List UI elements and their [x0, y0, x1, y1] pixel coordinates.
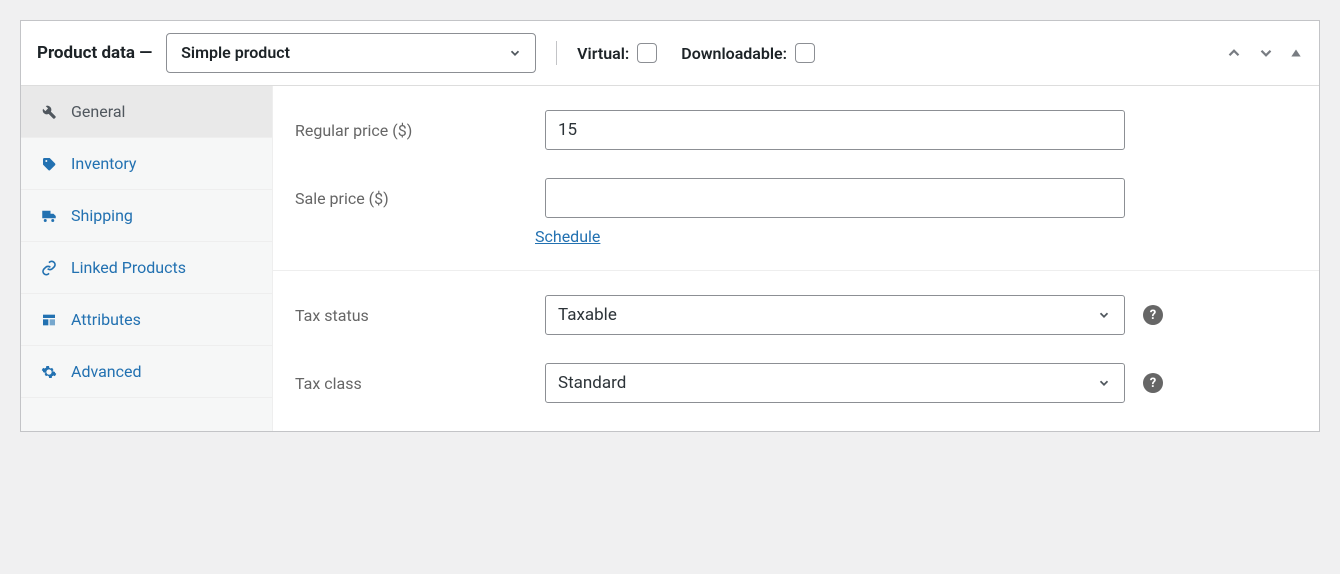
tab-label: Inventory: [71, 154, 137, 173]
help-icon[interactable]: ?: [1143, 373, 1163, 393]
tab-inventory[interactable]: Inventory: [21, 138, 272, 190]
tax-class-row: Tax class Standard ?: [295, 363, 1297, 403]
regular-price-label: Regular price ($): [295, 121, 535, 140]
tax-class-select[interactable]: Standard: [545, 363, 1125, 403]
panel-body: General Inventory Shipping Linked Produc…: [21, 86, 1319, 431]
regular-price-row: Regular price ($): [295, 110, 1297, 150]
tab-label: General: [71, 102, 125, 121]
panel-order-controls: [1225, 44, 1303, 62]
wrench-icon: [39, 104, 59, 120]
tax-status-select[interactable]: Taxable: [545, 295, 1125, 335]
tab-advanced[interactable]: Advanced: [21, 346, 272, 398]
downloadable-toggle[interactable]: Downloadable:: [681, 43, 815, 63]
tab-content-general: Regular price ($) Sale price ($) Schedul…: [273, 86, 1319, 431]
tabs-sidebar: General Inventory Shipping Linked Produc…: [21, 86, 273, 431]
tab-label: Advanced: [71, 362, 142, 381]
move-down-button[interactable]: [1257, 44, 1275, 62]
tax-status-select-wrap: Taxable: [545, 295, 1125, 335]
tax-class-select-wrap: Standard: [545, 363, 1125, 403]
virtual-checkbox[interactable]: [637, 43, 657, 63]
schedule-link[interactable]: Schedule: [535, 227, 600, 246]
sale-price-row: Sale price ($): [295, 178, 1297, 218]
tab-general[interactable]: General: [21, 86, 272, 138]
product-type-select-wrap: Simple product: [166, 33, 536, 73]
tag-icon: [39, 156, 59, 172]
collapse-button[interactable]: [1289, 46, 1303, 60]
sale-price-label: Sale price ($): [295, 189, 535, 208]
downloadable-label: Downloadable:: [681, 44, 787, 63]
tax-section: Tax status Taxable ? Tax class: [273, 270, 1319, 431]
tab-attributes[interactable]: Attributes: [21, 294, 272, 346]
virtual-label: Virtual:: [577, 44, 629, 63]
panel-header: Product data — Simple product Virtual: D…: [21, 21, 1319, 86]
virtual-toggle[interactable]: Virtual:: [577, 43, 657, 63]
truck-icon: [39, 207, 59, 225]
pricing-section: Regular price ($) Sale price ($) Schedul…: [273, 86, 1319, 270]
downloadable-checkbox[interactable]: [795, 43, 815, 63]
product-type-select[interactable]: Simple product: [166, 33, 536, 73]
separator: [556, 41, 557, 65]
tax-class-label: Tax class: [295, 374, 535, 393]
tax-status-row: Tax status Taxable ?: [295, 295, 1297, 335]
layout-icon: [39, 312, 59, 328]
tab-label: Linked Products: [71, 258, 186, 277]
sale-price-input[interactable]: [545, 178, 1125, 218]
link-icon: [39, 260, 59, 276]
panel-title: Product data —: [37, 43, 152, 63]
gear-icon: [39, 364, 59, 380]
tab-shipping[interactable]: Shipping: [21, 190, 272, 242]
help-icon[interactable]: ?: [1143, 305, 1163, 325]
product-data-panel: Product data — Simple product Virtual: D…: [20, 20, 1320, 432]
tab-linked-products[interactable]: Linked Products: [21, 242, 272, 294]
tax-status-label: Tax status: [295, 306, 535, 325]
tab-label: Shipping: [71, 206, 133, 225]
move-up-button[interactable]: [1225, 44, 1243, 62]
tab-label: Attributes: [71, 310, 141, 329]
regular-price-input[interactable]: [545, 110, 1125, 150]
